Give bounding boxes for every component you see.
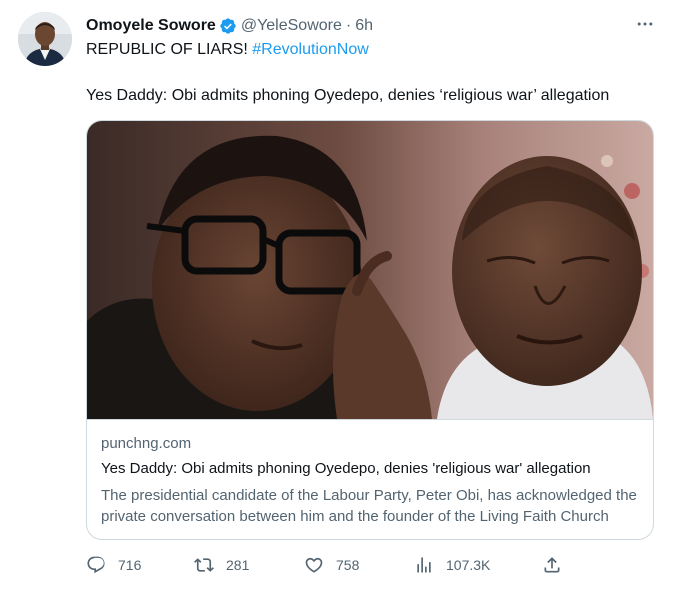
timestamp[interactable]: 6h	[355, 17, 373, 35]
views-count: 107.3K	[446, 557, 491, 573]
link-card[interactable]: punchng.com Yes Daddy: Obi admits phonin…	[86, 120, 654, 540]
reply-button[interactable]: 716	[86, 555, 141, 575]
like-icon	[305, 557, 323, 573]
card-domain: punchng.com	[101, 435, 192, 452]
share-icon	[544, 557, 560, 573]
tweet[interactable]: Omoyele Sowore @YeleSowore · 6h REPUBLIC…	[0, 0, 677, 594]
card-description: The presidential candidate of the Labour…	[101, 487, 637, 525]
card-title[interactable]: Yes Daddy: Obi admits phoning Oyedepo, d…	[101, 460, 641, 477]
views-icon	[417, 557, 431, 573]
tweet-header: Omoyele Sowore @YeleSowore · 6h	[86, 15, 373, 37]
retweet-icon	[194, 558, 214, 572]
share-button[interactable]	[542, 555, 574, 575]
like-button[interactable]: 758	[304, 555, 359, 575]
tweet-text: REPUBLIC OF LIARS!	[86, 41, 248, 58]
like-count: 758	[336, 557, 360, 573]
card-body[interactable]: punchng.com Yes Daddy: Obi admits phonin…	[87, 419, 653, 539]
reply-icon	[87, 556, 105, 574]
views-button[interactable]: 107.3K	[414, 555, 490, 575]
action-bar: 716 281 758 107.3K	[86, 555, 606, 579]
hashtag-link[interactable]: #RevolutionNow	[252, 41, 369, 58]
separator-dot: ·	[345, 17, 352, 34]
retweet-button[interactable]: 281	[194, 555, 249, 575]
card-image[interactable]	[87, 121, 653, 419]
retweet-count: 281	[226, 557, 250, 573]
avatar[interactable]	[18, 12, 72, 66]
verified-badge-icon	[220, 18, 236, 34]
tweet-text-line1: REPUBLIC OF LIARS! #RevolutionNow	[86, 41, 369, 59]
more-icon[interactable]	[635, 14, 655, 34]
author-name[interactable]: Omoyele Sowore	[86, 17, 216, 35]
author-handle[interactable]: @YeleSowore	[241, 17, 342, 35]
reply-count: 716	[118, 557, 142, 573]
tweet-text-line2: Yes Daddy: Obi admits phoning Oyedepo, d…	[86, 87, 610, 104]
